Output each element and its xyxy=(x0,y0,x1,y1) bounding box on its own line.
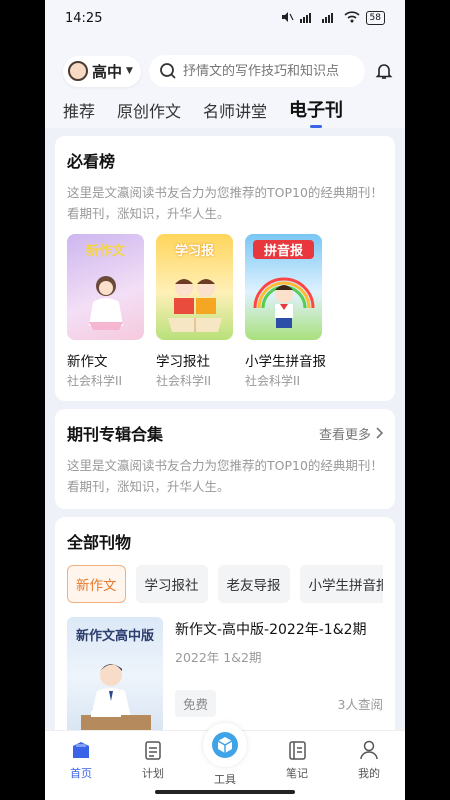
battery-indicator: 58 xyxy=(365,11,385,25)
status-icons: 58 xyxy=(280,10,385,26)
status-time: 14:25 xyxy=(65,10,103,26)
free-badge: 免费 xyxy=(175,690,217,717)
mute-icon xyxy=(280,11,294,26)
cover-title: 新作文高中版 xyxy=(75,629,154,644)
magazine-name: 新作文 xyxy=(67,354,108,370)
magazine-cover: 拼音报 xyxy=(245,234,322,340)
magazine-item[interactable]: 新作文 新作文 社会科学II xyxy=(67,234,144,389)
view-more-label: 查看更多 xyxy=(318,427,371,443)
magazine-category: 社会科学II xyxy=(156,374,212,388)
magazine-list: 新作文 新作文 社会科学II 学习报 学习报社 社会科学II 拼音报 小学生拼音… xyxy=(67,234,383,389)
section-title: 全部刊物 xyxy=(67,533,132,552)
chip-study-news[interactable]: 学习报社 xyxy=(135,565,208,603)
home-indicator[interactable] xyxy=(155,790,295,794)
signal-icon-2 xyxy=(321,11,338,26)
nav-label: 工具 xyxy=(214,773,236,786)
nav-notes[interactable]: 笔记 xyxy=(267,739,327,781)
status-bar: 14:25 58 xyxy=(45,0,405,36)
magazine-cover: 新作文高中版 xyxy=(67,617,163,735)
chip-new-composition[interactable]: 新作文 xyxy=(67,565,126,603)
home-icon xyxy=(73,742,89,758)
cover-title: 新作文 xyxy=(85,244,125,259)
nav-tools[interactable]: 工具 xyxy=(195,723,255,787)
collections-card: 期刊专辑合集 查看更多 这里是文瀛阅读书友合力为您推荐的TOP10的经典期刊！看… xyxy=(55,409,395,509)
grade-selector[interactable]: 高中 ▼ xyxy=(63,55,141,87)
app-screen: 14:25 58 高中 ▼ 抒情文的写作技巧和知识点 推荐 原创作文 名师讲堂 … xyxy=(45,0,405,800)
magazine-title: 新作文-高中版-2022年-1&2期 xyxy=(175,622,367,638)
magazine-category: 社会科学II xyxy=(67,374,123,388)
all-magazines-card: 全部刊物 新作文 学习报社 老友导报 小学生拼音报 新作文高中版 新作文-高中版… xyxy=(55,517,395,747)
tools-icon xyxy=(212,732,238,758)
magazine-cover: 学习报 xyxy=(156,234,233,340)
notes-icon xyxy=(289,741,306,760)
tab-e-magazines[interactable]: 电子刊 xyxy=(289,96,343,128)
signal-icon xyxy=(299,11,316,26)
must-read-card: 必看榜 这里是文瀛阅读书友合力为您推荐的TOP10的经典期刊！看期刊，涨知识，升… xyxy=(55,136,395,401)
chevron-right-icon xyxy=(376,427,383,439)
magazine-list-item[interactable]: 新作文高中版 新作文-高中版-2022年-1&2期 2022年 1&2期 免费 … xyxy=(67,617,383,735)
magazine-name: 小学生拼音报 xyxy=(245,354,326,370)
nav-label: 首页 xyxy=(70,767,92,780)
section-title: 期刊专辑合集 xyxy=(67,425,164,444)
category-tabs: 推荐 原创作文 名师讲堂 电子刊 xyxy=(45,94,405,128)
section-title: 必看榜 xyxy=(67,152,116,171)
nav-plan[interactable]: 计划 xyxy=(123,739,183,781)
wifi-icon xyxy=(343,10,360,26)
cover-title: 拼音报 xyxy=(253,240,314,259)
chip-pinyin-news[interactable]: 小学生拼音报 xyxy=(299,565,383,603)
bottom-navigation: 首页 计划 工具 笔记 我的 xyxy=(45,723,405,800)
magazine-name: 学习报社 xyxy=(156,354,210,370)
view-count: 3人查阅 xyxy=(337,697,383,712)
cover-title: 学习报 xyxy=(174,244,214,259)
nav-label: 笔记 xyxy=(286,767,308,780)
grade-label: 高中 xyxy=(92,62,123,81)
caret-down-icon: ▼ xyxy=(126,66,133,76)
search-input[interactable] xyxy=(182,63,355,79)
profile-icon xyxy=(360,740,378,760)
plan-icon xyxy=(145,741,161,760)
chip-old-friend-guide[interactable]: 老友导报 xyxy=(217,565,290,603)
tab-original-essays[interactable]: 原创作文 xyxy=(117,98,181,128)
magazine-info: 新作文-高中版-2022年-1&2期 2022年 1&2期 免费 3人查阅 xyxy=(175,617,383,735)
magazine-meta: 免费 3人查阅 xyxy=(175,690,383,717)
magazine-filter-chips: 新作文 学习报社 老友导报 小学生拼音报 xyxy=(67,565,383,603)
tab-teacher-lectures[interactable]: 名师讲堂 xyxy=(203,98,267,128)
section-description: 这里是文瀛阅读书友合力为您推荐的TOP10的经典期刊！看期刊，涨知识，升华人生。 xyxy=(67,185,383,221)
nav-label: 计划 xyxy=(142,767,164,780)
nav-profile[interactable]: 我的 xyxy=(339,739,399,781)
nav-label: 我的 xyxy=(358,767,380,780)
magazine-item[interactable]: 学习报 学习报社 社会科学II xyxy=(156,234,233,389)
search-box[interactable] xyxy=(148,55,365,87)
bell-icon[interactable] xyxy=(373,62,395,80)
section-header: 期刊专辑合集 查看更多 xyxy=(67,421,383,445)
nav-home[interactable]: 首页 xyxy=(51,739,111,781)
tools-button xyxy=(203,723,247,767)
magazine-cover: 新作文 xyxy=(67,234,144,340)
magazine-item[interactable]: 拼音报 小学生拼音报 社会科学II xyxy=(245,234,326,389)
view-more-link[interactable]: 查看更多 xyxy=(319,424,383,443)
search-icon xyxy=(160,63,176,79)
magazine-category: 社会科学II xyxy=(245,374,301,388)
avatar xyxy=(68,61,88,81)
top-bar: 高中 ▼ xyxy=(45,36,405,94)
magazine-issue: 2022年 1&2期 xyxy=(175,650,262,665)
section-description: 这里是文瀛阅读书友合力为您推荐的TOP10的经典期刊！看期刊，涨知识，升华人生。 xyxy=(67,458,383,494)
tab-recommend[interactable]: 推荐 xyxy=(63,98,95,128)
